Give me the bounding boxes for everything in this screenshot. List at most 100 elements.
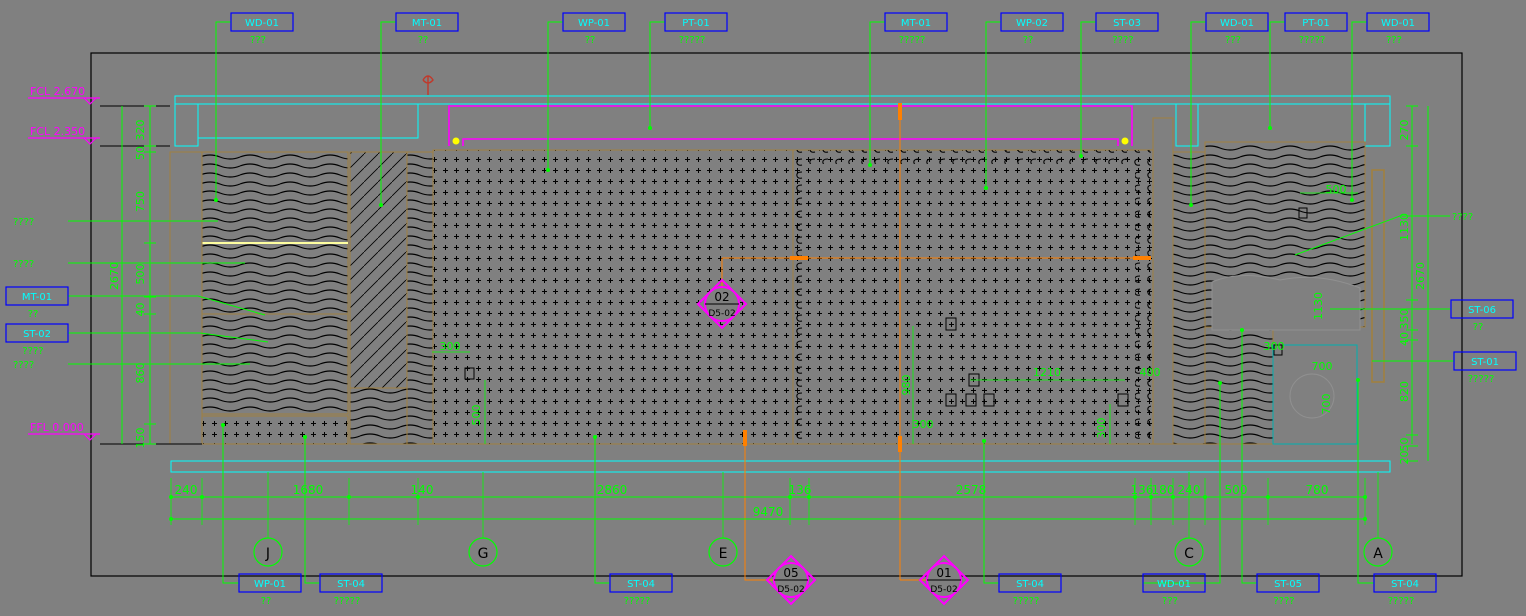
- material-tag-code: ST-05: [1274, 579, 1302, 590]
- sprinkler-icon: [422, 75, 434, 95]
- material-tag-sub: ?????: [1299, 35, 1326, 46]
- material-tag-sub: ??: [261, 596, 272, 607]
- dimension-value: 350: [1398, 309, 1411, 330]
- material-tag-sub: ???: [1386, 35, 1402, 46]
- dimension-value: 2860: [597, 483, 628, 497]
- material-tag-sub: ??: [1473, 322, 1484, 333]
- material-tag-code: ST-06: [1468, 305, 1496, 316]
- wood-panel-right-a: [1172, 151, 1206, 445]
- dimension-value: 500: [134, 264, 147, 285]
- material-tag-sub: ?????: [334, 596, 361, 607]
- dimension-value: 150: [134, 428, 147, 449]
- dimension-value: 750: [134, 191, 147, 212]
- material-tag-sub: ???: [1225, 35, 1241, 46]
- pattern-border-top: [809, 150, 1135, 164]
- material-tag-code: WP-01: [254, 579, 286, 590]
- material-tag-code: WP-02: [1016, 18, 1048, 29]
- material-tag-code: WD-01: [1157, 579, 1191, 590]
- section-callout: 01 D5-02: [918, 554, 970, 606]
- grid-axis-label: E: [719, 546, 728, 562]
- dimension-value: 140: [411, 483, 434, 497]
- note-text: ????: [13, 217, 34, 228]
- dimension-value: 400: [1140, 366, 1161, 379]
- material-tag-code: WP-01: [578, 18, 610, 29]
- pattern-border-right: [1135, 150, 1151, 444]
- material-tag-code: WD-01: [1220, 18, 1254, 29]
- dimension-value: 500: [1225, 483, 1248, 497]
- vanity-counter: [1211, 274, 1361, 331]
- dimension-value: 1680: [293, 483, 324, 497]
- material-tag-code: ST-04: [1016, 579, 1044, 590]
- level-symbol: [28, 433, 100, 441]
- dimension-value: 136: [789, 483, 812, 497]
- column-right: [1152, 117, 1174, 445]
- wood-panel-left: [201, 151, 349, 415]
- elevation-drawing: ???????????????? WD-01???MT-01??WP-01??P…: [5, 12, 1517, 607]
- wood-panel-base: [349, 387, 408, 445]
- dimension-total: 2670: [1414, 262, 1427, 290]
- material-tag-code: MT-01: [22, 292, 52, 303]
- level-label: FCL 2.350: [30, 125, 85, 138]
- glass-partition: [1371, 169, 1385, 383]
- dimension-value: 980: [900, 375, 913, 396]
- material-tag-code: WD-01: [1381, 18, 1415, 29]
- dimension-value: 20: [1398, 451, 1411, 465]
- note-text: ????: [1452, 212, 1473, 223]
- dimension-value: 2578: [956, 483, 987, 497]
- dimension-value: 180: [1152, 483, 1175, 497]
- callout-number: 01: [936, 566, 951, 580]
- grid-axis-label: G: [478, 546, 489, 562]
- wallpaper-zone-2: [792, 149, 1154, 445]
- column-left: [169, 151, 203, 445]
- note-text: ????: [13, 259, 34, 270]
- material-tag-code: ST-01: [1471, 357, 1499, 368]
- dimension-value: 300: [1264, 340, 1285, 353]
- material-tag-code: MT-01: [901, 18, 931, 29]
- material-tag-sub: ?????: [624, 596, 651, 607]
- column-wood-left: [406, 151, 434, 445]
- material-tag-sub: ?????: [1468, 374, 1495, 385]
- material-tag-sub: ???: [250, 35, 266, 46]
- dimension-total: 2670: [108, 262, 121, 290]
- dimension-value: 780: [1306, 483, 1329, 497]
- dimension-value: 1210: [1033, 366, 1061, 379]
- dimension-value: 860: [134, 363, 147, 384]
- section-callout: 05 D5-02: [765, 554, 817, 606]
- level-symbol: [28, 137, 100, 145]
- material-tag-sub: ??: [1023, 35, 1034, 46]
- pattern-border-left: [793, 150, 809, 444]
- material-tag-code: WD-01: [245, 18, 279, 29]
- note-text: ????: [13, 360, 34, 371]
- dimension-value: 270: [1398, 120, 1411, 141]
- dimension-value: 700: [1312, 360, 1333, 373]
- dimension-value: 500: [1326, 183, 1347, 196]
- dimension-value: 40: [134, 303, 147, 317]
- elevation-drawing-canvas: ???????????????? WD-01??? MT-01?? WP-01?? P…: [0, 0, 1526, 612]
- dimension-value: 320: [134, 120, 147, 141]
- grid-axis-label: A: [1373, 546, 1383, 562]
- material-tag-code: ST-04: [627, 579, 655, 590]
- material-tag-code: ST-03: [1113, 18, 1141, 29]
- material-tag-code: ST-04: [337, 579, 365, 590]
- material-tag-code: ST-04: [1391, 579, 1419, 590]
- material-tag-sub: ????: [22, 346, 43, 357]
- level-label: FFL 0.000: [30, 421, 84, 434]
- dimension-value: 300: [440, 340, 461, 353]
- material-tag-sub: ?????: [899, 35, 926, 46]
- dimension-value: 1130: [1312, 292, 1325, 320]
- dimension-value: 50: [134, 146, 147, 160]
- material-tag-sub: ??: [418, 35, 429, 46]
- material-tag-sub: ????: [1273, 596, 1294, 607]
- dimension-value: 820: [1398, 381, 1411, 402]
- dimension-value: 300: [913, 418, 934, 431]
- dimension-value: 500: [470, 405, 483, 426]
- dimension-value: 700: [1320, 394, 1333, 415]
- downlight-mark: [1121, 137, 1129, 145]
- material-tag-code: ST-02: [23, 329, 51, 340]
- material-tag-code: PT-01: [682, 18, 710, 29]
- material-tag-sub: ????: [1112, 35, 1133, 46]
- dimension-value: 50: [1398, 438, 1411, 452]
- dimension-value: 1130: [1398, 213, 1411, 241]
- material-tag-sub: ??: [585, 35, 596, 46]
- dimension-value: 240: [175, 483, 198, 497]
